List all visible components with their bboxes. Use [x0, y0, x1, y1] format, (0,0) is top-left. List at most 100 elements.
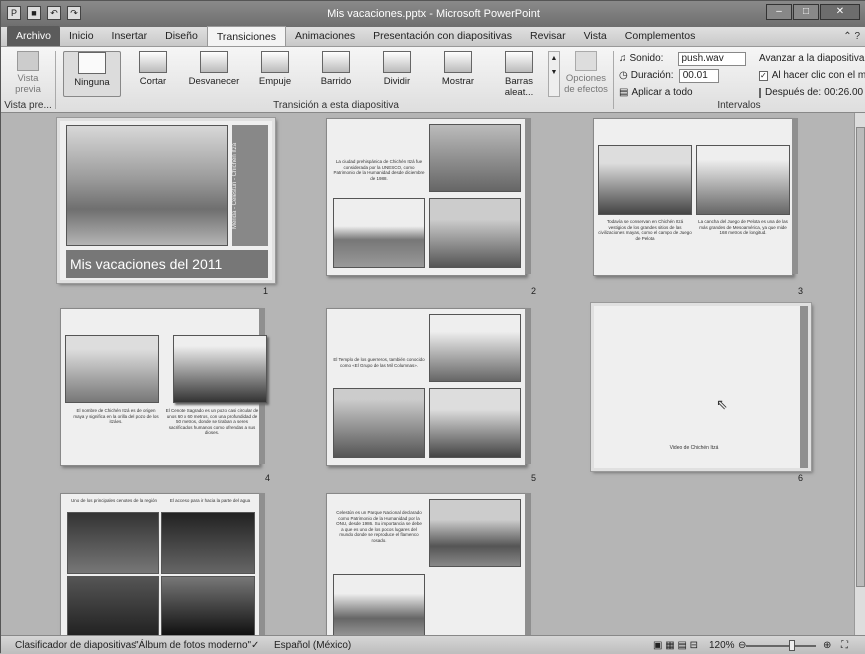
tab-file[interactable]: Archivo — [7, 26, 61, 46]
transition-label: Mostrar — [441, 76, 475, 87]
photo — [65, 335, 159, 403]
maximize-button[interactable]: □ — [793, 4, 819, 20]
zoom-level[interactable]: 120% — [709, 640, 735, 651]
slide-number: 4 — [265, 473, 271, 483]
after-checkbox[interactable] — [759, 87, 761, 98]
powerpoint-window: P ■ ↶ ↷ Mis vacaciones.pptx - Microsoft … — [0, 0, 865, 654]
effect-options-icon — [575, 51, 597, 71]
photo — [67, 576, 159, 635]
sound-label: Sonido: — [629, 53, 664, 64]
zoom-slider-thumb[interactable] — [789, 640, 795, 651]
slide-edge — [800, 306, 808, 468]
photo — [173, 335, 267, 403]
slide-thumbnail-2[interactable]: La ciudad prehispánica de Chichén Itzá f… — [326, 118, 531, 276]
ribbon: Vista previa Vista pre... Ninguna Cortar… — [1, 47, 865, 113]
duration-input[interactable]: 00.01 — [678, 68, 719, 83]
after-input[interactable]: 00:26.00 — [824, 87, 863, 98]
theme-label: "Álbum de fotos moderno" — [135, 640, 252, 651]
transition-bars-icon — [505, 51, 533, 73]
zoom-slider[interactable] — [746, 645, 816, 647]
preview-button[interactable]: Vista previa — [5, 51, 51, 99]
view-buttons[interactable]: ▣ ▦ ▤ ⊟ — [653, 640, 698, 651]
slide-4-caption-2: El Cenote Sagrado es un pozo casi circul… — [165, 408, 259, 435]
divider — [55, 51, 56, 109]
slide-thumbnail-5[interactable]: El Templo de los guerreros, también cono… — [326, 308, 531, 466]
mouse-cursor-icon: ⇖ — [716, 396, 728, 412]
slide-thumbnail-7[interactable]: Uno de los principales cenotes de la reg… — [60, 493, 265, 635]
photo — [429, 314, 521, 382]
photo — [333, 388, 425, 458]
slide-thumbnail-8[interactable]: Celestún es un Parque Nacional declarado… — [326, 493, 531, 635]
vertical-scrollbar[interactable] — [854, 113, 865, 635]
apply-all-icon: ▤ — [619, 87, 629, 98]
slide-number: 6 — [798, 473, 804, 483]
proofing-icon[interactable]: ✓ — [251, 640, 259, 651]
transition-ninguna[interactable]: Ninguna — [63, 51, 121, 97]
sound-icon: ♫ — [619, 53, 627, 64]
slide-thumbnail-1[interactable]: Mérida - Celestún - Chichén Itzá Mis vac… — [56, 117, 276, 284]
duration-label: Duración: — [630, 70, 674, 81]
sound-select[interactable]: push.wav — [677, 51, 746, 66]
transition-dividir[interactable]: Dividir — [368, 51, 426, 97]
transition-label: Desvanecer — [188, 76, 240, 87]
tab-presentacion[interactable]: Presentación con diapositivas — [364, 26, 521, 46]
slide-edge — [525, 118, 531, 274]
slide-7-caption-2: El acceso para ir hacia la parte del agu… — [169, 498, 251, 503]
tab-diseno[interactable]: Diseño — [156, 26, 207, 46]
tab-inicio[interactable]: Inicio — [60, 26, 103, 46]
transition-empuje[interactable]: Empuje — [246, 51, 304, 97]
photo — [333, 574, 425, 635]
slide-thumbnail-6[interactable]: Video de Chichén Itzá ⇖ — [590, 302, 812, 472]
tab-vista[interactable]: Vista — [575, 26, 616, 46]
apply-all-button[interactable]: Aplicar a todo — [631, 87, 692, 98]
tab-insertar[interactable]: Insertar — [103, 26, 157, 46]
slide-number: 1 — [263, 286, 269, 296]
on-click-checkbox[interactable]: ✓ — [759, 70, 768, 81]
photo — [429, 388, 521, 458]
transition-barrido[interactable]: Barrido — [307, 51, 365, 97]
scrollbar-thumb[interactable] — [856, 127, 865, 587]
transition-label: Dividir — [383, 76, 411, 87]
effect-options-button[interactable]: Opciones de efectos — [563, 51, 609, 99]
status-bar: Clasificador de diapositivas "Álbum de f… — [1, 635, 865, 654]
photo — [161, 512, 255, 574]
tab-transiciones[interactable]: Transiciones — [206, 26, 286, 46]
title-bar: P ■ ↶ ↷ Mis vacaciones.pptx - Microsoft … — [1, 1, 865, 27]
tab-complementos[interactable]: Complementos — [616, 26, 705, 46]
slide-number: 5 — [531, 473, 537, 483]
help-icon[interactable]: ⌃ ? — [843, 31, 860, 42]
language-label[interactable]: Español (México) — [274, 640, 351, 651]
transition-cortar[interactable]: Cortar — [124, 51, 182, 97]
fit-window-icon[interactable]: ⛶ — [841, 640, 848, 651]
transition-desvanecer[interactable]: Desvanecer — [185, 51, 243, 97]
advance-title: Avanzar a la diapositiva — [759, 53, 865, 64]
tab-animaciones[interactable]: Animaciones — [286, 26, 364, 46]
transition-label: Barras aleat... — [504, 76, 534, 98]
transition-label: Empuje — [258, 76, 292, 87]
transition-push-icon — [261, 51, 289, 73]
slide-sorter: Mérida - Celestún - Chichén Itzá Mis vac… — [1, 113, 854, 635]
slide-6-caption: Video de Chichén Itzá — [669, 445, 719, 451]
transition-label: Cortar — [139, 76, 167, 87]
slide-8-caption: Celestún es un Parque Nacional declarado… — [336, 510, 422, 543]
transition-barras[interactable]: Barras aleat... — [490, 51, 548, 98]
timing-group: ♫ Sonido: push.wav ◷ Duración: 00.01 ▤ A… — [619, 51, 754, 102]
preview-icon — [17, 51, 39, 71]
gallery-scroll[interactable]: ▲ ▼ — [548, 51, 560, 97]
slide-thumbnail-3[interactable]: Todavía se conservan en Chichén Itzá ves… — [593, 118, 798, 276]
tab-revisar[interactable]: Revisar — [521, 26, 575, 46]
photo — [598, 145, 692, 215]
minimize-button[interactable]: – — [766, 4, 792, 20]
after-label: Después de: — [765, 87, 822, 98]
window-title: Mis vacaciones.pptx - Microsoft PowerPoi… — [327, 8, 540, 20]
transition-mostrar[interactable]: Mostrar — [429, 51, 487, 97]
transition-cut-icon — [139, 51, 167, 73]
slide-edge — [792, 118, 798, 274]
slide-thumbnail-4[interactable]: El nombre de Chichén Itzá es de origen m… — [60, 308, 267, 466]
slide-1-side-text: Mérida - Celestún - Chichén Itzá — [232, 125, 268, 246]
zoom-in-icon[interactable]: ⊕ — [823, 640, 831, 651]
ribbon-tabs: Archivo Inicio Insertar Diseño Transicio… — [1, 26, 865, 47]
divider — [613, 51, 614, 109]
slide-3-caption-1: Todavía se conservan en Chichén Itzá ves… — [598, 219, 692, 241]
close-button[interactable]: ✕ — [820, 4, 860, 20]
